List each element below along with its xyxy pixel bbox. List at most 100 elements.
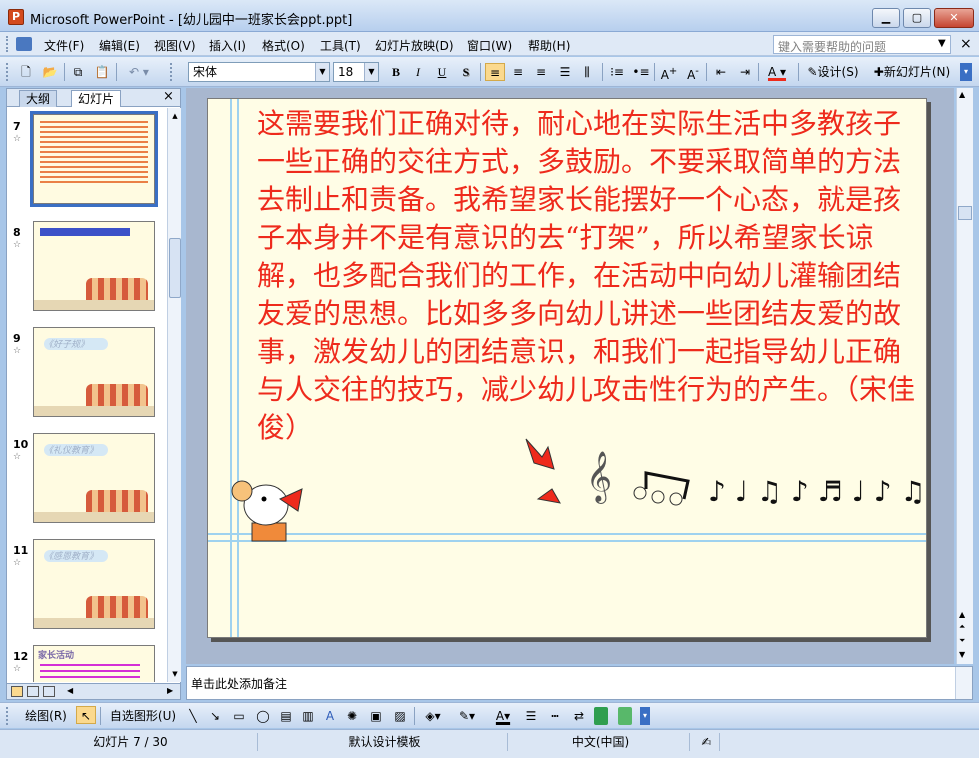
arrow-tool-icon[interactable]: ↘	[208, 707, 222, 725]
notes-placeholder[interactable]: 单击此处添加备注	[191, 675, 287, 692]
select-pointer-icon[interactable]: ↖	[76, 706, 96, 724]
chevron-down-icon[interactable]: ▼	[938, 38, 946, 49]
italic-button[interactable]: I	[410, 63, 426, 81]
menu-grip[interactable]	[6, 36, 9, 52]
normal-view-icon[interactable]	[11, 686, 23, 697]
open-icon[interactable]: 📂	[42, 63, 58, 81]
scroll-up-icon[interactable]: ▲	[959, 610, 965, 619]
menu-edit[interactable]: 编辑(E)	[99, 37, 140, 54]
toolbar-grip[interactable]	[6, 707, 9, 725]
slide-scrollbar[interactable]: ▲ ▲ ⏶ ⏷ ▼	[956, 88, 973, 664]
slide-thumbnail-8[interactable]	[33, 221, 155, 311]
notes-scrollbar[interactable]	[955, 667, 972, 699]
align-left-icon[interactable]: ≡	[485, 63, 505, 81]
menu-insert[interactable]: 插入(I)	[209, 37, 246, 54]
slide-body-text[interactable]: 这需要我们正确对待，耐心地在实际生活中多教孩子一些正确的交往方式，多鼓励。不要采…	[257, 105, 926, 447]
draw-menu-button[interactable]: 绘图(R)	[18, 707, 74, 725]
slide-thumbnail-9[interactable]: 《好子规》	[33, 327, 155, 417]
scroll-down-icon[interactable]: ▼	[169, 668, 181, 680]
decrease-font-icon[interactable]: A-	[684, 63, 702, 82]
close-button[interactable]: ✕	[934, 8, 974, 28]
menu-file[interactable]: 文件(F)	[44, 37, 84, 54]
font-size-select[interactable]: 18 ▼	[333, 62, 379, 82]
font-color-icon[interactable]: A ▾	[762, 63, 792, 81]
shadow-style-icon[interactable]	[594, 707, 608, 725]
scrollbar-thumb[interactable]	[169, 238, 181, 298]
menu-format[interactable]: 格式(O)	[262, 37, 305, 54]
tab-slides[interactable]: 幻灯片	[71, 90, 122, 107]
chevron-down-icon[interactable]: ▼	[364, 63, 378, 81]
slide-thumbnail-12[interactable]: 家长活动	[33, 645, 155, 682]
line-color-icon[interactable]: ✎▾	[454, 707, 480, 725]
toolbar-grip[interactable]	[170, 63, 173, 81]
font-name-select[interactable]: 宋体 ▼	[188, 62, 330, 82]
new-file-icon[interactable]: 🗋	[18, 63, 34, 81]
notes-pane[interactable]: 单击此处添加备注	[186, 666, 973, 700]
menu-view[interactable]: 视图(V)	[154, 37, 196, 54]
new-slide-button[interactable]: ✚新幻灯片(N)	[868, 63, 956, 81]
undo-icon[interactable]: ↶ ▾	[124, 63, 154, 81]
align-center-icon[interactable]: ≡	[509, 63, 527, 81]
help-search-input[interactable]: 键入需要帮助的问题	[773, 35, 951, 54]
justify-icon[interactable]: ☰	[556, 63, 574, 81]
scrollbar-thumb[interactable]	[958, 206, 972, 220]
scroll-up-icon[interactable]: ▲	[959, 90, 965, 99]
menu-tools[interactable]: 工具(T)	[320, 37, 361, 54]
slide-thumbnail-7[interactable]	[30, 111, 158, 207]
slide-thumbnail-11[interactable]: 《感恩教育》	[33, 539, 155, 629]
toolbar-grip[interactable]	[6, 63, 9, 81]
fill-color-icon[interactable]: ◈▾	[420, 707, 446, 725]
scroll-down-icon[interactable]: ▼	[959, 650, 965, 659]
oval-tool-icon[interactable]: ◯	[254, 707, 272, 725]
toolbar-options-icon[interactable]: ▾	[640, 707, 650, 725]
thumbnail-scrollbar[interactable]: ▲ ▼	[167, 108, 181, 682]
scroll-up-icon[interactable]: ▲	[169, 110, 181, 122]
maximize-button[interactable]: ▢	[903, 8, 931, 28]
rectangle-tool-icon[interactable]: ▭	[230, 707, 248, 725]
vertical-textbox-icon[interactable]: ▥	[300, 707, 316, 725]
menu-slideshow[interactable]: 幻灯片放映(D)	[375, 37, 454, 54]
close-icon[interactable]: ×	[163, 89, 174, 104]
vertical-text-icon[interactable]: ⫼	[578, 63, 596, 81]
autoshapes-button[interactable]: 自选图形(U)	[104, 707, 182, 725]
slideshow-view-icon[interactable]	[43, 686, 55, 697]
diagram-icon[interactable]: ✺	[344, 707, 360, 725]
tab-outline[interactable]: 大纲	[19, 90, 58, 107]
increase-indent-icon[interactable]: ⇥	[736, 63, 754, 81]
underline-button[interactable]: U	[434, 63, 450, 81]
previous-slide-icon[interactable]: ⏶	[959, 622, 965, 632]
textbox-tool-icon[interactable]: ▤	[278, 707, 294, 725]
current-slide[interactable]: 这需要我们正确对待，耐心地在实际生活中多教孩子一些正确的交往方式，多鼓励。不要采…	[207, 98, 927, 638]
spellcheck-icon[interactable]: ✍	[694, 733, 720, 751]
powerpoint-app-icon[interactable]: P	[8, 9, 24, 25]
decrease-indent-icon[interactable]: ⇤	[712, 63, 730, 81]
minimize-button[interactable]: ▁	[872, 8, 900, 28]
picture-icon[interactable]: ▨	[392, 707, 408, 725]
arrow-style-icon[interactable]: ⇄	[570, 707, 588, 725]
3d-style-icon[interactable]	[618, 707, 632, 725]
document-icon[interactable]	[16, 37, 32, 51]
next-slide-icon[interactable]: ⏷	[959, 636, 965, 646]
line-style-icon[interactable]: ☰	[522, 707, 540, 725]
increase-font-icon[interactable]: A+	[660, 63, 678, 82]
bold-button[interactable]: B	[388, 63, 404, 81]
dash-style-icon[interactable]: ┅	[546, 707, 564, 725]
menu-window[interactable]: 窗口(W)	[467, 37, 512, 54]
scroll-right-icon[interactable]: ▶	[167, 686, 173, 695]
toolbar-options-icon[interactable]: ▾	[960, 63, 972, 81]
copy-icon[interactable]: ⧉	[70, 63, 86, 81]
slide-thumbnail-10[interactable]: 《礼仪教育》	[33, 433, 155, 523]
design-button[interactable]: ✎设计(S)	[802, 63, 864, 81]
wordart-icon[interactable]: A	[322, 707, 338, 725]
chevron-down-icon[interactable]: ▼	[315, 63, 329, 81]
numbered-list-icon[interactable]: ⁝≡	[608, 63, 626, 81]
slide-sorter-icon[interactable]	[27, 686, 39, 697]
paste-icon[interactable]: 📋	[94, 63, 110, 81]
align-right-icon[interactable]: ≡	[532, 63, 550, 81]
menu-help[interactable]: 帮助(H)	[528, 37, 570, 54]
shadow-button[interactable]: S	[458, 63, 474, 81]
document-close-icon[interactable]: ×	[960, 36, 972, 52]
font-color-icon[interactable]: A▾	[490, 707, 516, 725]
scroll-left-icon[interactable]: ◀	[67, 686, 73, 695]
bullet-list-icon[interactable]: •≡	[632, 63, 650, 81]
